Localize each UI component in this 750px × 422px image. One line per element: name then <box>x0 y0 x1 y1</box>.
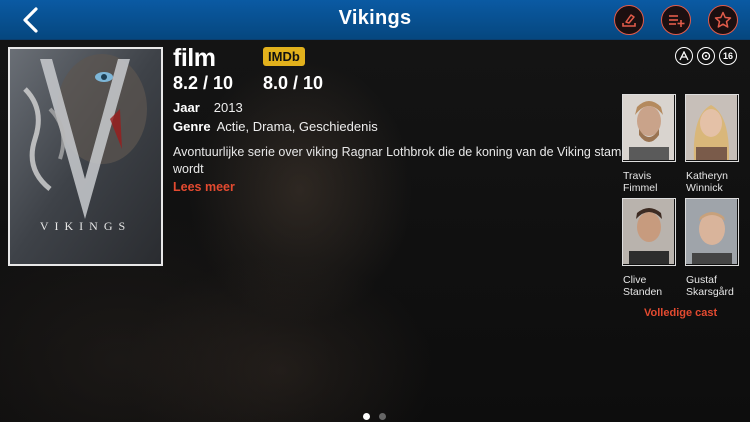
genre-label: Genre <box>173 119 211 134</box>
year-label: Jaar <box>173 100 200 115</box>
cast-name-gustaf-skarsgard[interactable]: Gustaf Skarsgård <box>686 274 744 298</box>
imdb-logo: IMDb <box>263 47 305 66</box>
cast-last-name: Standen <box>623 286 663 298</box>
imdb-rating: 8.0 / 10 <box>263 73 324 93</box>
cast-first-name: Gustaf <box>686 274 717 286</box>
cast-photo-gustaf-skarsgard[interactable] <box>685 198 739 266</box>
add-to-list-icon <box>669 15 685 27</box>
cast-photo-clive-standen[interactable] <box>622 198 676 266</box>
film1-rating: 8.2 / 10 <box>173 73 234 93</box>
year-value: 2013 <box>213 100 243 115</box>
genre-row: Genre Actie, Drama, Geschiedenis <box>173 119 378 134</box>
cast-last-name: Fimmel <box>623 182 658 194</box>
cast-last-name: Skarsgård <box>686 286 734 298</box>
fear-icon <box>697 47 715 65</box>
cast-last-name: Winnick <box>686 182 723 194</box>
description-text: Avontuurlijke serie over viking Ragnar L… <box>173 145 622 176</box>
share-icon <box>622 14 636 27</box>
favorite-star-icon <box>714 11 732 28</box>
cast-first-name: Clive <box>623 274 647 286</box>
share-button[interactable] <box>614 5 644 35</box>
cast-name-clive-standen[interactable]: Clive Standen <box>623 274 681 298</box>
cast-photo-katheryn-winnick[interactable] <box>685 94 739 162</box>
age-rating-badge: 16 <box>719 47 737 65</box>
genre-value: Actie, Drama, Geschiedenis <box>216 119 378 134</box>
year-row: Jaar 2013 <box>173 100 243 115</box>
cast-first-name: Katheryn <box>686 170 729 182</box>
poster-image: VIKINGS <box>8 47 163 266</box>
full-cast-link[interactable]: Volledige cast <box>644 307 717 319</box>
cast-first-name: Travis <box>623 170 652 182</box>
add-to-list-button[interactable] <box>661 5 691 35</box>
page-dot-inactive[interactable] <box>379 413 386 420</box>
page-dot-active[interactable] <box>363 413 370 420</box>
cast-name-travis-fimmel[interactable]: Travis Fimmel <box>623 170 681 194</box>
violence-icon <box>675 47 693 65</box>
film1-logo: film <box>173 44 216 72</box>
favorite-button[interactable] <box>708 5 738 35</box>
read-more-link[interactable]: Lees meer <box>173 180 235 194</box>
poster-wordmark: VIKINGS <box>39 219 132 233</box>
cast-name-katheryn-winnick[interactable]: Katheryn Winnick <box>686 170 744 194</box>
header-bar: Vikings <box>0 0 750 40</box>
cast-photo-travis-fimmel[interactable] <box>622 94 676 162</box>
